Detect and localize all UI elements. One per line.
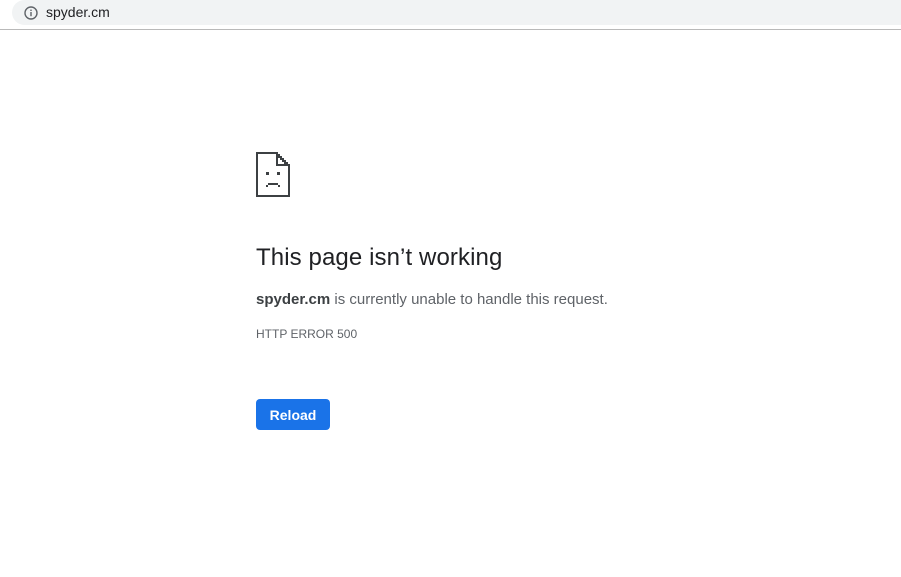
- error-summary: spyder.cm is currently unable to handle …: [256, 290, 816, 310]
- url-text[interactable]: spyder.cm: [46, 0, 110, 25]
- browser-toolbar: spyder.cm: [0, 0, 901, 30]
- address-bar[interactable]: spyder.cm: [12, 0, 901, 25]
- error-summary-text: is currently unable to handle this reque…: [330, 291, 608, 308]
- error-code: HTTP ERROR 500: [256, 327, 358, 341]
- sad-page-icon: [256, 152, 816, 197]
- info-icon[interactable]: [24, 5, 38, 20]
- error-host: spyder.cm: [256, 291, 331, 308]
- error-page: This page isn’t working spyder.cm is cur…: [256, 152, 816, 430]
- reload-button[interactable]: Reload: [256, 399, 330, 430]
- error-heading: This page isn’t working: [256, 244, 503, 271]
